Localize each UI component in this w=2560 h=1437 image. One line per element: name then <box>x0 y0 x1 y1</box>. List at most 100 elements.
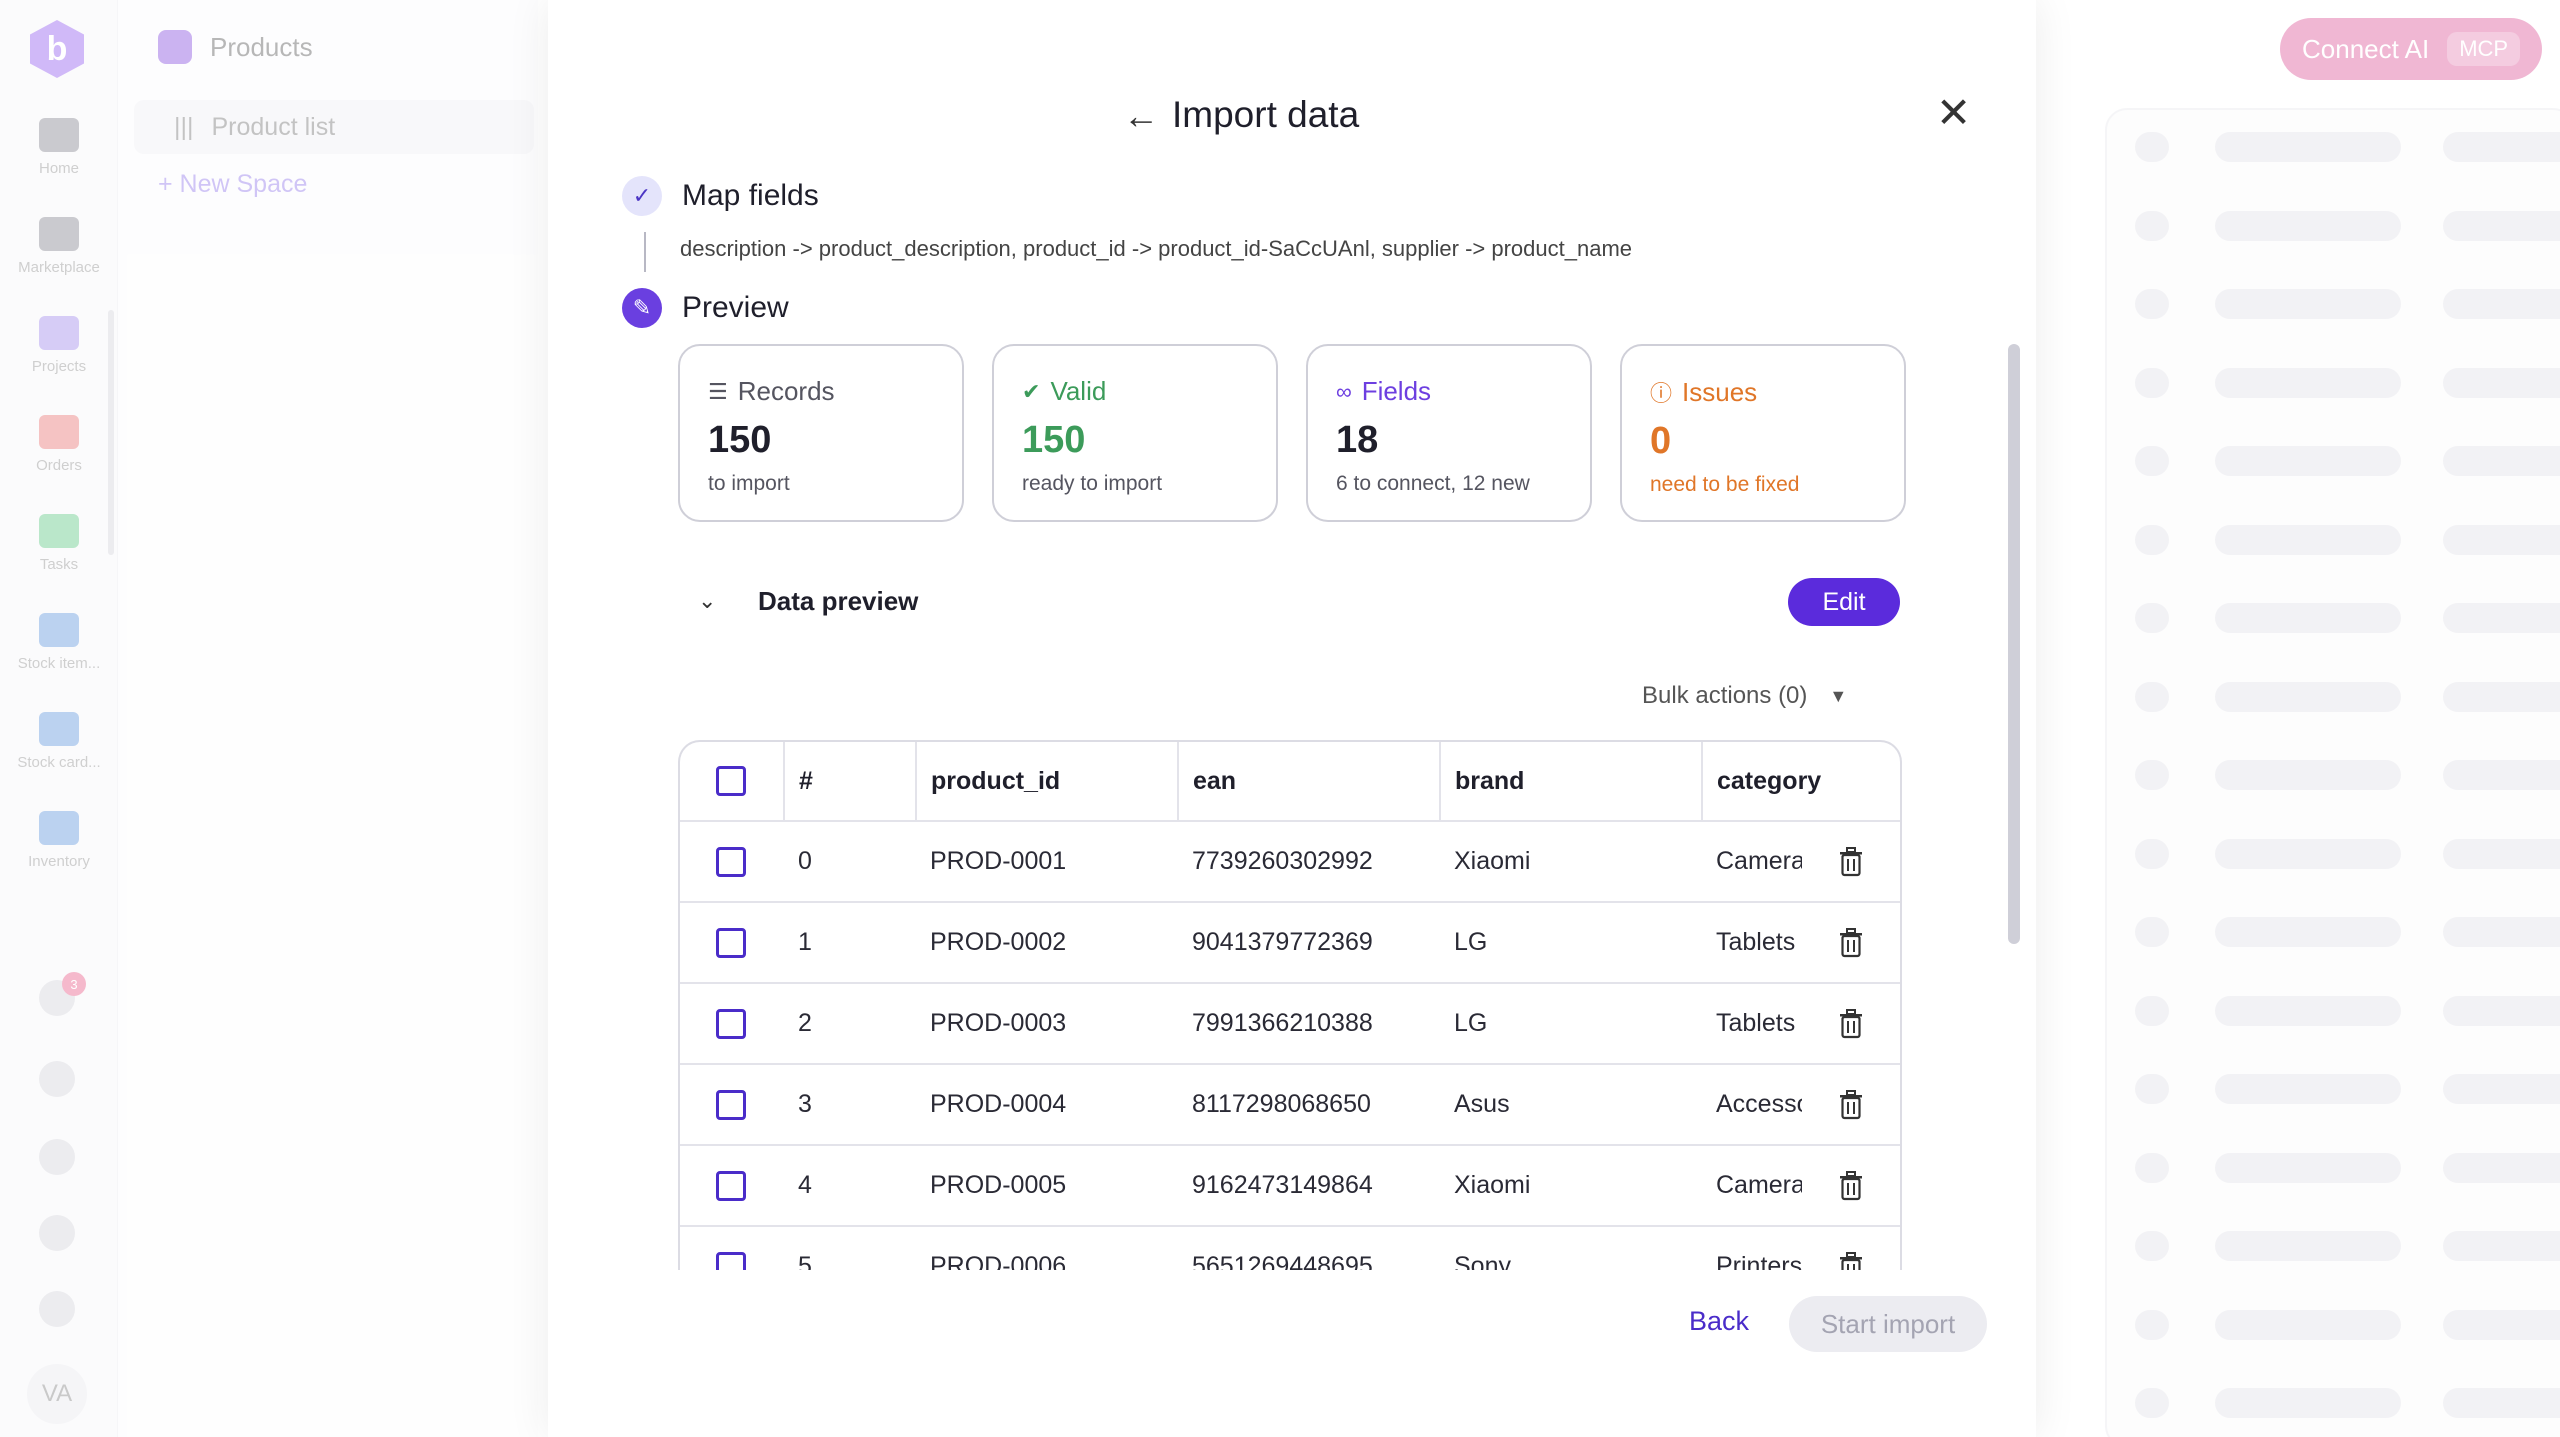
cell-category: Printers <box>1716 1252 1802 1270</box>
cell-product-id: PROD-0003 <box>916 983 1178 1065</box>
skeleton-row <box>2135 367 2560 398</box>
start-import-button[interactable]: Start import <box>1789 1296 1987 1352</box>
row-checkbox[interactable] <box>716 846 746 877</box>
rail-item-stock-card[interactable]: Stock card... <box>0 712 118 771</box>
table-row[interactable]: 1 PROD-0002 9041379772369 LG Tablets <box>680 902 1900 984</box>
cloud-check-icon[interactable] <box>39 1139 75 1175</box>
cell-ean: 9162473149864 <box>1178 1145 1440 1227</box>
cell-index: 5 <box>784 1226 916 1270</box>
modal-scrollbar[interactable] <box>2008 344 2020 944</box>
rail-item-projects[interactable]: Projects <box>0 316 118 375</box>
table-row[interactable]: 5 PROD-0006 5651269448695 Sony Printers <box>680 1226 1900 1270</box>
nav-rail: b Home Marketplace Projects Orders Tasks Stoc… <box>0 0 118 1437</box>
back-arrow-icon[interactable]: ← <box>1123 98 1159 134</box>
home-icon <box>39 118 79 152</box>
row-checkbox[interactable] <box>716 1089 746 1120</box>
row-checkbox[interactable] <box>716 1251 746 1270</box>
rail-item-tasks[interactable]: Tasks <box>0 514 118 573</box>
row-checkbox[interactable] <box>716 927 746 958</box>
skeleton-bar <box>2443 1074 2560 1104</box>
stat-header: ⓘ Issues <box>1650 376 1904 408</box>
trash-icon[interactable] <box>1838 846 1864 877</box>
rail-item-label: Marketplace <box>18 259 100 276</box>
check-icon: ✓ <box>622 176 662 216</box>
row-checkbox[interactable] <box>716 1170 746 1201</box>
cell-category: Cameras <box>1716 1171 1802 1199</box>
help-icon[interactable] <box>39 1061 75 1097</box>
skeleton-panel <box>2105 108 2560 1437</box>
modal-title: Import data <box>1172 94 1360 135</box>
rail-item-inventory[interactable]: Inventory <box>0 811 118 870</box>
sidebar-item-product-list[interactable]: ||| Product list <box>134 100 534 154</box>
skeleton-row <box>2135 210 2560 241</box>
rail-item-orders[interactable]: Orders <box>0 415 118 474</box>
cell-product-id: PROD-0004 <box>916 1064 1178 1146</box>
chevron-down-icon[interactable]: ⌄ <box>698 588 716 614</box>
trash-icon[interactable] <box>1838 1008 1864 1039</box>
skeleton-bar <box>2443 446 2560 476</box>
skeleton-bar <box>2215 210 2401 241</box>
cell-category: Cameras <box>1716 847 1802 875</box>
barcode-icon: ||| <box>174 112 194 141</box>
skeleton-row <box>2135 132 2560 162</box>
orders-icon <box>39 415 79 449</box>
cell-brand: Xiaomi <box>1440 821 1702 903</box>
trash-icon[interactable] <box>1838 927 1864 958</box>
trash-icon[interactable] <box>1838 1251 1864 1270</box>
table-row[interactable]: 3PROD-00048117298068650Asus Accessories <box>680 1064 1900 1146</box>
cell-product-id: PROD-0001 <box>916 821 1178 903</box>
folder-icon <box>39 316 79 350</box>
bulk-actions-dropdown[interactable]: Bulk actions (0) ▼ <box>1642 682 1847 710</box>
stat-label: Records <box>737 376 835 406</box>
connect-ai-button[interactable]: Connect AI MCP <box>2280 18 2542 80</box>
rail-scrollbar[interactable] <box>108 310 114 555</box>
edit-button[interactable]: Edit <box>1788 578 1900 626</box>
trash-icon[interactable] <box>1838 1170 1864 1201</box>
skeleton-row <box>2135 838 2560 869</box>
skeleton-bar <box>2215 367 2401 398</box>
skeleton-bar <box>2135 367 2169 398</box>
avatar[interactable]: VA <box>27 1364 87 1424</box>
table-header-row: # product_id ean brand category <box>680 742 1900 822</box>
row-checkbox[interactable] <box>716 1008 746 1039</box>
skeleton-bar <box>2135 603 2169 633</box>
trash-icon[interactable] <box>1838 1089 1864 1120</box>
skeleton-row <box>2135 446 2560 476</box>
play-icon[interactable] <box>39 1215 75 1251</box>
cell-brand: Asus <box>1440 1064 1702 1146</box>
skeleton-row <box>2135 681 2560 712</box>
skeleton-row <box>2135 1309 2560 1340</box>
table-row[interactable]: 0PROD-00017739260302992Xiaomi Cameras <box>680 821 1900 903</box>
skeleton-row <box>2135 603 2560 633</box>
skeleton-bar <box>2135 838 2169 869</box>
boxes-icon <box>39 613 79 647</box>
skeleton-bar <box>2443 603 2560 633</box>
step-preview[interactable]: ✎ Preview <box>622 288 789 328</box>
notification-badge: 3 <box>62 972 86 996</box>
step-map-fields[interactable]: ✓ Map fields <box>622 176 819 216</box>
close-icon[interactable]: ✕ <box>1936 92 1971 134</box>
new-space-button[interactable]: + New Space <box>158 170 307 199</box>
stat-value: 18 <box>1336 419 1379 461</box>
rail-item-home[interactable]: Home <box>0 118 118 177</box>
skeleton-bar <box>2135 1152 2169 1183</box>
step-connector <box>644 232 646 272</box>
skeleton-row <box>2135 760 2560 790</box>
app-logo[interactable]: b <box>30 20 84 78</box>
import-modal: ← Import data ✕ ✓ Map fields description… <box>548 0 2036 1437</box>
table-row[interactable]: 2 PROD-0003 7991366210388 LG Tablets <box>680 983 1900 1065</box>
select-all-checkbox[interactable] <box>716 766 746 797</box>
back-button[interactable]: Back <box>1689 1306 1749 1337</box>
table-row[interactable]: 4PROD-00059162473149864Xiaomi Cameras <box>680 1145 1900 1227</box>
skeleton-bar <box>2443 289 2560 319</box>
connect-ai-label: Connect AI <box>2302 33 2430 64</box>
rail-item-marketplace[interactable]: Marketplace <box>0 217 118 276</box>
cell-ean: 9041379772369 <box>1178 902 1440 984</box>
rail-item-stock-item[interactable]: Stock item... <box>0 613 118 672</box>
gear-icon[interactable] <box>39 1291 75 1327</box>
stat-card-valid: ✔ Valid 150 ready to import <box>992 344 1278 522</box>
rail-item-label: Stock card... <box>17 754 101 771</box>
skeleton-bar <box>2443 995 2560 1026</box>
skeleton-bar <box>2135 1309 2169 1340</box>
data-preview-title: Data preview <box>758 586 919 616</box>
